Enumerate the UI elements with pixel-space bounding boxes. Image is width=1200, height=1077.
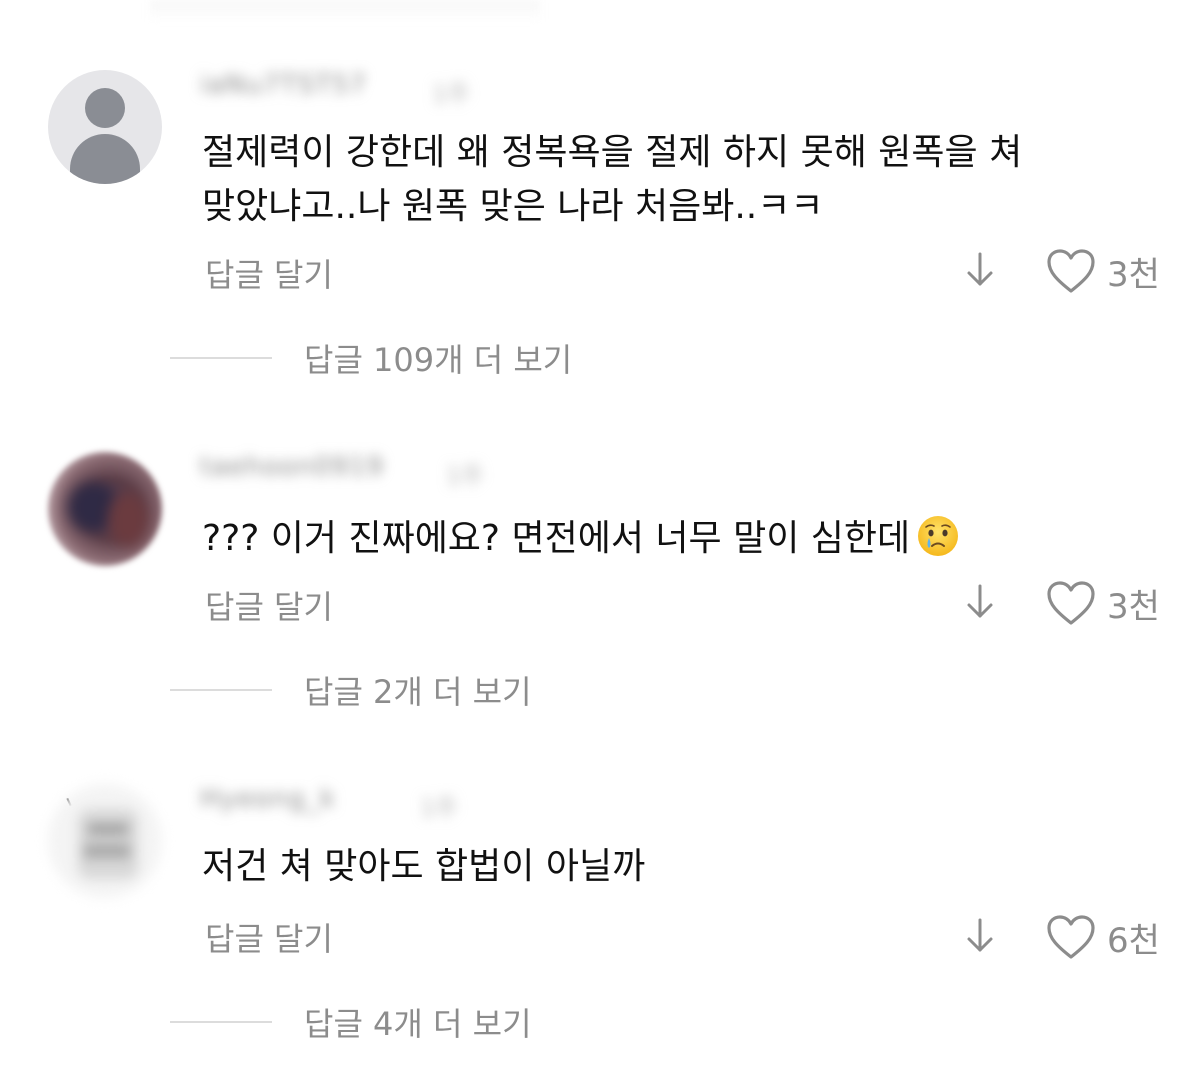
down-arrow-icon[interactable]	[958, 248, 1002, 292]
like-count: 3천	[1107, 254, 1160, 295]
comment-text: ??? 이거 진짜에요? 면전에서 너무 말이 심한데	[202, 512, 1132, 566]
comment-text: 절제력이 강한데 왜 정복욕을 절제 하지 못해 원폭을 쳐 맞았냐고..나 원…	[202, 126, 1132, 234]
comment-item: Hyeong_k 1주 저건 쳐 맞아도 합법이 아닐까 답글 달기 6천 답글…	[0, 732, 1200, 1062]
comment-text-line: 맞았냐고..나 원폭 맞은 나라 처음봐..ㅋㅋ	[202, 186, 824, 227]
down-arrow-icon[interactable]	[958, 914, 1002, 958]
down-arrow-icon[interactable]	[958, 580, 1002, 624]
username[interactable]: Hyeong_k	[200, 784, 336, 814]
view-replies-label: 답글 109개 더 보기	[304, 341, 573, 379]
view-replies-button[interactable]: 답글 109개 더 보기	[170, 336, 572, 380]
view-replies-button[interactable]: 답글 4개 더 보기	[170, 1000, 532, 1044]
reply-button[interactable]: 답글 달기	[205, 582, 333, 628]
avatar[interactable]	[48, 70, 162, 184]
heart-outline-icon	[1047, 915, 1095, 959]
divider-line	[170, 357, 272, 359]
like-count: 3천	[1107, 586, 1160, 627]
comment-item: iaNu7TST57 1주 절제력이 강한데 왜 정복욕을 절제 하지 못해 원…	[0, 0, 1200, 379]
heart-outline-icon	[1047, 581, 1095, 625]
comment-text-line: ??? 이거 진짜에요? 면전에서 너무 말이 심한데	[202, 518, 911, 559]
view-replies-label: 답글 2개 더 보기	[304, 673, 532, 711]
username[interactable]: iaNu7TST57	[200, 70, 367, 100]
username[interactable]: taehoon0919	[200, 452, 384, 482]
comment-time: 1주	[432, 80, 470, 108]
comment-text-line: 절제력이 강한데 왜 정복욕을 절제 하지 못해 원폭을 쳐	[202, 132, 1023, 173]
like-button[interactable]: 3천	[1045, 247, 1160, 295]
crying-face-emoji-icon	[918, 516, 959, 556]
default-person-icon	[85, 88, 125, 128]
divider-line	[170, 1021, 272, 1023]
comment-text-line: 저건 쳐 맞아도 합법이 아닐까	[202, 846, 646, 887]
reply-button[interactable]: 답글 달기	[205, 250, 333, 296]
comment-time: 1주	[420, 794, 458, 822]
avatar[interactable]	[48, 784, 162, 898]
comment-text: 저건 쳐 맞아도 합법이 아닐까	[202, 840, 1132, 894]
like-button[interactable]: 3천	[1045, 579, 1160, 627]
like-count: 6천	[1107, 920, 1160, 961]
view-replies-label: 답글 4개 더 보기	[304, 1005, 532, 1043]
avatar[interactable]	[48, 452, 162, 566]
comment-time: 1주	[446, 462, 484, 490]
reply-button[interactable]: 답글 달기	[205, 914, 333, 960]
like-button[interactable]: 6천	[1045, 913, 1160, 961]
view-replies-button[interactable]: 답글 2개 더 보기	[170, 668, 532, 712]
heart-outline-icon	[1047, 249, 1095, 293]
divider-line	[170, 689, 272, 691]
comment-item: taehoon0919 1주 ??? 이거 진짜에요? 면전에서 너무 말이 심…	[0, 400, 1200, 730]
